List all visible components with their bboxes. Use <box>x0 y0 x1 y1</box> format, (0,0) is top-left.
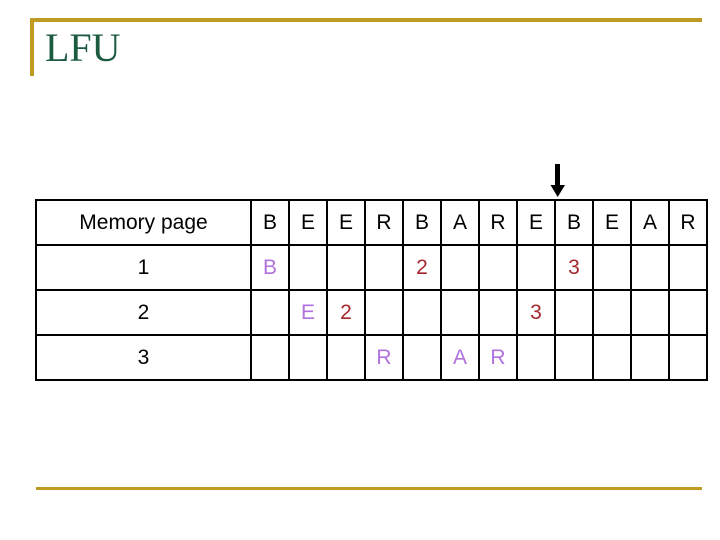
frame-slot-cell <box>402 289 442 336</box>
reference-letter: R <box>376 210 392 234</box>
reference-letter: B <box>566 210 581 234</box>
reference-string-cell: R <box>478 199 518 246</box>
frame-slot-cell <box>326 244 366 291</box>
frame-slot-cell <box>250 334 290 381</box>
frame-slot-cell <box>554 289 594 336</box>
frame-slot-cell <box>630 334 670 381</box>
reference-letter: R <box>680 210 696 234</box>
frame-slot-cell <box>630 289 670 336</box>
frame-slot-cell: R <box>364 334 404 381</box>
frame-slot-cell: 3 <box>516 289 556 336</box>
frame-slot-cell <box>592 244 632 291</box>
frame-slot-cell <box>478 289 518 336</box>
reference-string-cell: B <box>554 199 594 246</box>
frequency-count: 2 <box>416 255 428 279</box>
slide-canvas: LFU Memory page B E E R B A R E B E A R 1 B 2 3 2 E 2 3 3 R A R <box>0 0 720 540</box>
frequency-count: 3 <box>530 300 542 324</box>
frame-slot-cell <box>668 289 708 336</box>
frame-slot-cell <box>592 334 632 381</box>
table-row: 1B 2 3 <box>35 244 708 291</box>
frame-number-label: 2 <box>35 289 252 336</box>
frame-slot-cell <box>326 334 366 381</box>
page-letter: E <box>300 300 315 324</box>
accent-bar-horizontal <box>30 18 702 22</box>
frame-slot-cell <box>516 334 556 381</box>
reference-letter: R <box>490 210 506 234</box>
reference-letter: B <box>414 210 429 234</box>
reference-string-cell: A <box>630 199 670 246</box>
reference-letter: B <box>262 210 277 234</box>
frame-slot-cell <box>402 334 442 381</box>
frame-slot-cell <box>364 289 404 336</box>
reference-letter: E <box>338 210 353 234</box>
frame-slot-cell <box>592 289 632 336</box>
frame-slot-cell: 3 <box>554 244 594 291</box>
reference-string-cell: E <box>326 199 366 246</box>
reference-letter: E <box>604 210 619 234</box>
frame-slot-cell <box>478 244 518 291</box>
frequency-count: 3 <box>568 255 580 279</box>
frame-slot-cell <box>250 289 290 336</box>
reference-string-cell: E <box>592 199 632 246</box>
frame-number-label: 3 <box>35 334 252 381</box>
reference-string-cell: E <box>516 199 556 246</box>
frame-slot-cell <box>516 244 556 291</box>
frame-slot-cell <box>668 334 708 381</box>
page-letter: B <box>262 255 277 279</box>
table-row: 2 E 2 3 <box>35 289 708 336</box>
table-header-row: Memory page B E E R B A R E B E A R <box>35 199 708 246</box>
frame-slot-cell: 2 <box>326 289 366 336</box>
reference-string-cell: B <box>250 199 290 246</box>
reference-string-cell: E <box>288 199 328 246</box>
reference-letter: E <box>528 210 543 234</box>
frame-slot-cell: B <box>250 244 290 291</box>
frequency-count: 2 <box>340 300 352 324</box>
arrow-down-icon <box>548 164 568 198</box>
reference-letter: E <box>300 210 315 234</box>
reference-string-cell: R <box>364 199 404 246</box>
frame-slot-cell <box>364 244 404 291</box>
reference-string-cell: A <box>440 199 480 246</box>
table-header-label: Memory page <box>35 199 252 246</box>
reference-letter: A <box>642 210 657 234</box>
frame-slot-cell <box>288 334 328 381</box>
frame-slot-cell: A <box>440 334 480 381</box>
accent-bar-vertical <box>30 18 34 76</box>
frame-slot-cell <box>440 289 480 336</box>
frame-slot-cell <box>668 244 708 291</box>
frame-slot-cell <box>440 244 480 291</box>
frame-slot-cell: E <box>288 289 328 336</box>
frame-slot-cell <box>630 244 670 291</box>
frame-slot-cell <box>554 334 594 381</box>
memory-page-table: Memory page B E E R B A R E B E A R 1 B 2 3 2 E 2 3 3 R A R <box>35 199 708 381</box>
table-row: 3RAR <box>35 334 708 381</box>
page-letter: R <box>490 345 506 369</box>
page-title: LFU <box>45 25 121 70</box>
reference-string-cell: B <box>402 199 442 246</box>
reference-string-cell: R <box>668 199 708 246</box>
page-letter: A <box>452 345 467 369</box>
frame-number-label: 1 <box>35 244 252 291</box>
memory-page-table-wrap: Memory page B E E R B A R E B E A R 1 B 2 3 2 E 2 3 3 R A R <box>35 199 708 381</box>
reference-letter: A <box>452 210 467 234</box>
accent-bar-bottom <box>36 487 702 490</box>
frame-slot-cell: 2 <box>402 244 442 291</box>
page-letter: R <box>376 345 392 369</box>
frame-slot-cell: R <box>478 334 518 381</box>
frame-slot-cell <box>288 244 328 291</box>
